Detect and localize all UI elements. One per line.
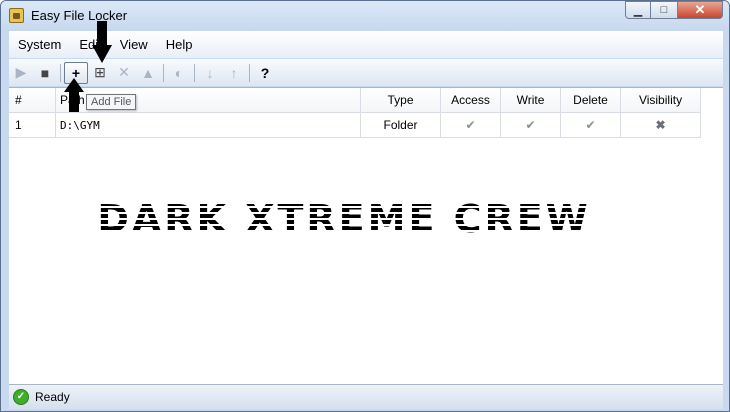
menu-help[interactable]: Help [157, 37, 202, 52]
menu-view[interactable]: View [111, 37, 157, 52]
add-folder-icon: ⊞ [94, 64, 106, 80]
close-button[interactable]: ✕ [677, 1, 723, 19]
move-up-button[interactable]: ↑ [222, 62, 246, 84]
maximize-button[interactable]: □ [651, 1, 677, 19]
ready-check-icon: ✓ [13, 389, 29, 405]
delete-check-icon: ✔ [585, 118, 596, 132]
col-header-access[interactable]: Access [440, 88, 501, 113]
delete-button[interactable]: ✕ [112, 62, 136, 84]
half-circle-icon: ◐ [174, 64, 184, 81]
edit-button[interactable]: ▲ [136, 62, 160, 84]
toolbar-separator [163, 63, 164, 82]
write-check-icon: ✔ [525, 118, 536, 132]
table-row[interactable]: 1 D:\GYM Folder ✔ ✔ ✔ ✖ [9, 112, 701, 138]
status-bar: ✓ Ready [9, 384, 723, 409]
close-icon: ✕ [694, 2, 706, 17]
window-title: Easy File Locker [31, 8, 128, 23]
col-header-visibility[interactable]: Visibility [620, 88, 701, 113]
start-button[interactable]: ▶ [9, 62, 33, 84]
stop-button[interactable]: ■ [33, 62, 57, 84]
question-icon: ? [260, 64, 270, 81]
minimize-icon: ▁ [633, 4, 643, 17]
window-controls: ▁ □ ✕ [625, 1, 723, 20]
minimize-button[interactable]: ▁ [625, 1, 651, 19]
col-header-delete[interactable]: Delete [560, 88, 621, 113]
triangle-up-icon: ▲ [141, 64, 155, 81]
menu-bar: System Edit View Help [9, 31, 723, 58]
toolbar: ▶ ■ + ⊞ ✕ ▲ ◐ ↓ ↑ ? [9, 59, 723, 86]
add-file-tooltip: Add File [86, 94, 137, 110]
play-icon: ▶ [15, 64, 27, 80]
watermark-label: DARK XTREME CREW [97, 197, 590, 240]
col-header-type[interactable]: Type [360, 88, 441, 113]
stop-icon: ■ [40, 64, 50, 81]
cell-type: Folder [360, 112, 441, 138]
menu-system[interactable]: System [9, 37, 70, 52]
contrast-button[interactable]: ◐ [167, 62, 191, 84]
add-folder-button[interactable]: ⊞ [88, 62, 112, 84]
annotation-arrow-up-icon [64, 78, 84, 112]
status-text: Ready [35, 390, 70, 404]
toolbar-separator [194, 63, 195, 82]
watermark-text: DARK XTREME CREW [97, 197, 590, 240]
delete-x-icon: ✕ [118, 64, 130, 80]
maximize-icon: □ [660, 4, 668, 16]
visibility-cross-icon: ✖ [655, 118, 666, 132]
help-button[interactable]: ? [253, 62, 277, 84]
access-check-icon: ✔ [465, 118, 476, 132]
col-header-num[interactable]: # [9, 88, 56, 113]
app-lock-icon [9, 8, 24, 23]
cell-path: D:\GYM [55, 112, 361, 138]
arrow-up-icon: ↑ [230, 64, 238, 81]
toolbar-separator [249, 63, 250, 82]
col-header-write[interactable]: Write [500, 88, 561, 113]
annotation-arrow-down-icon [92, 21, 112, 63]
arrow-down-icon: ↓ [206, 64, 214, 81]
move-down-button[interactable]: ↓ [198, 62, 222, 84]
toolbar-separator [60, 63, 61, 82]
cell-num: 1 [9, 112, 56, 138]
